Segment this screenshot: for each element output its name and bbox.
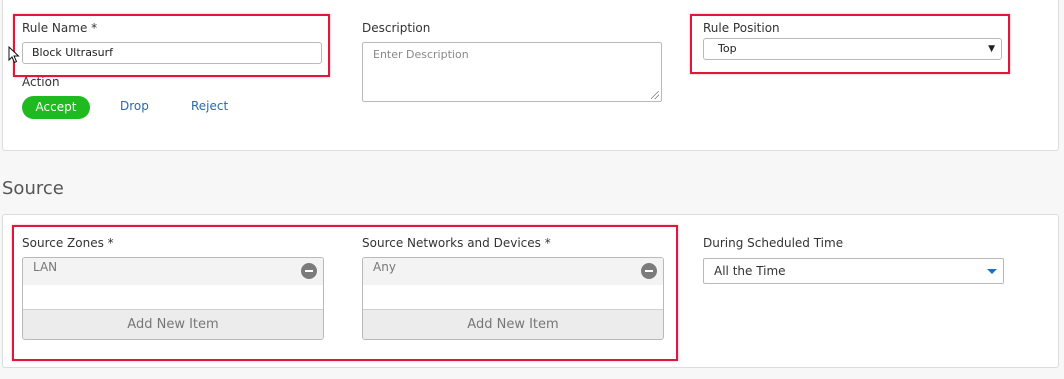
mouse-cursor-icon <box>8 46 20 64</box>
caret-down-icon <box>987 269 997 274</box>
add-new-item-button[interactable]: Add New Item <box>363 309 663 339</box>
description-input[interactable]: Enter Description <box>362 42 662 102</box>
accept-button[interactable]: Accept <box>22 96 90 119</box>
schedule-label: During Scheduled Time <box>703 236 844 250</box>
list-item: Any <box>363 258 663 285</box>
rule-position-value: Top <box>718 42 737 55</box>
description-label: Description <box>362 21 431 35</box>
schedule-value: All the Time <box>714 264 786 278</box>
remove-icon[interactable] <box>301 263 317 279</box>
chevron-down-icon: ▼ <box>988 44 995 54</box>
source-networks-list: Any Add New Item <box>362 257 664 340</box>
drop-button[interactable]: Drop <box>120 99 149 113</box>
source-zones-list: LAN Add New Item <box>22 257 324 340</box>
description-placeholder: Enter Description <box>373 48 469 61</box>
source-networks-label: Source Networks and Devices * <box>362 236 551 250</box>
source-zone-item: LAN <box>33 260 58 274</box>
schedule-dropdown[interactable]: All the Time <box>703 258 1004 284</box>
rule-position-select[interactable]: Top ▼ <box>703 38 1002 60</box>
source-network-item: Any <box>373 260 396 274</box>
list-spacer <box>23 285 323 309</box>
rule-name-label: Rule Name * <box>22 21 98 35</box>
resize-grip-icon[interactable] <box>651 91 659 99</box>
reject-button[interactable]: Reject <box>191 99 228 113</box>
add-new-item-button[interactable]: Add New Item <box>23 309 323 339</box>
action-label: Action <box>22 75 60 89</box>
list-spacer <box>363 285 663 309</box>
rule-position-label: Rule Position <box>703 21 780 35</box>
remove-icon[interactable] <box>641 263 657 279</box>
rule-name-input[interactable]: Block Ultrasurf <box>22 42 322 64</box>
list-item: LAN <box>23 258 323 285</box>
source-section-title: Source <box>2 178 64 199</box>
source-zones-label: Source Zones * <box>22 236 114 250</box>
